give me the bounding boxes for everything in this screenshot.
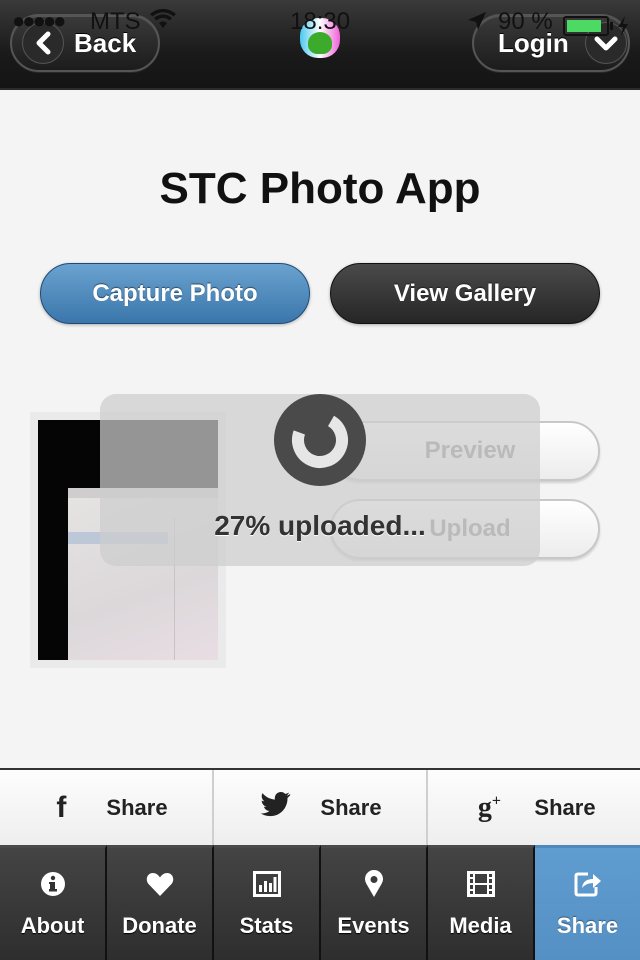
tab-events[interactable]: Events: [321, 845, 428, 960]
battery-icon: [563, 16, 609, 36]
app: ●●●●● MTS 18:30 90 % Back Login STC Phot…: [0, 0, 640, 960]
bar-chart-icon: [252, 869, 282, 899]
share-label: Share: [320, 794, 382, 820]
tab-label: Share: [556, 913, 619, 938]
tab-media[interactable]: Media: [428, 845, 535, 960]
status-bar: ●●●●● MTS 18:30 90 %: [0, 6, 640, 38]
twitter-icon: [258, 791, 292, 825]
share-icon: [573, 869, 603, 899]
facebook-icon: f: [56, 790, 67, 824]
tab-bar: About Donate Stats Events Media Share: [0, 845, 640, 960]
tab-about[interactable]: About: [0, 845, 107, 960]
google-plus-icon: g+: [477, 791, 501, 823]
info-icon: [38, 869, 68, 899]
charging-bolt-icon: [618, 16, 628, 36]
signal-strength-icon: ●●●●●: [12, 8, 66, 33]
twitter-share-button[interactable]: Share: [214, 770, 428, 845]
map-pin-icon: [359, 869, 389, 899]
heart-icon: [145, 869, 175, 899]
battery-level: [567, 20, 602, 32]
tab-donate[interactable]: Donate: [107, 845, 214, 960]
nav-header: ●●●●● MTS 18:30 90 % Back Login: [0, 0, 640, 90]
clock: 18:30: [290, 8, 351, 35]
tab-share[interactable]: Share: [535, 845, 640, 960]
battery-nub: [610, 22, 613, 30]
wifi-icon: [150, 8, 176, 28]
tab-label: Donate: [122, 913, 197, 938]
capture-photo-button[interactable]: Capture Photo: [40, 263, 310, 324]
tab-label: Stats: [239, 913, 294, 938]
share-label: Share: [534, 794, 596, 820]
page-title: STC Photo App: [159, 164, 481, 213]
share-bar: f Share Share g+ Share: [0, 768, 640, 845]
view-gallery-button[interactable]: View Gallery: [330, 263, 600, 324]
film-icon: [466, 869, 496, 899]
upload-progress-overlay: 27% uploaded...: [100, 394, 540, 566]
share-label: Share: [106, 794, 168, 820]
location-arrow-icon: [468, 12, 486, 30]
tab-label: Events: [337, 913, 410, 938]
battery-percent: 90 %: [498, 8, 553, 35]
upload-progress-text: 27% uploaded...: [214, 510, 426, 541]
google-plus-share-button[interactable]: g+ Share: [428, 770, 640, 845]
tab-stats[interactable]: Stats: [214, 845, 321, 960]
facebook-share-button[interactable]: f Share: [0, 770, 214, 845]
tab-label: Media: [449, 913, 512, 938]
loading-spinner-icon: [274, 394, 366, 486]
carrier-name: MTS: [90, 8, 141, 35]
tab-label: About: [20, 913, 85, 938]
